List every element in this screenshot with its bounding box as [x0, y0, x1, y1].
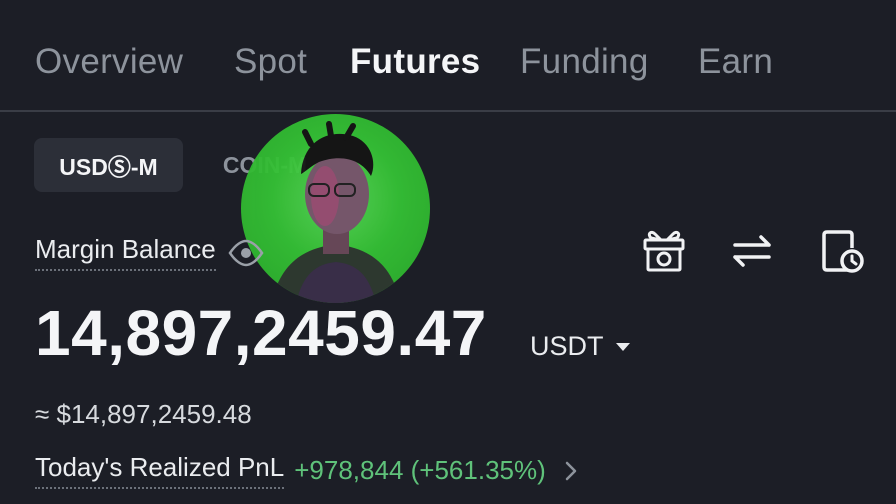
- currency-label: USDT: [530, 331, 604, 361]
- eye-icon[interactable]: [228, 238, 264, 268]
- margin-balance-value: 14,897,2459.47: [35, 297, 487, 369]
- tab-funding[interactable]: Funding: [520, 42, 649, 82]
- approx-usd-value: ≈ $14,897,2459.48: [35, 399, 252, 429]
- top-tab-bar: Overview Spot Futures Funding Earn: [0, 0, 896, 112]
- margin-balance-label[interactable]: Margin Balance: [35, 234, 216, 271]
- realized-pnl-label[interactable]: Today's Realized PnL: [35, 452, 285, 489]
- chevron-right-icon[interactable]: [564, 460, 578, 482]
- avatar-portrait: [271, 121, 401, 303]
- profile-avatar: [241, 114, 430, 303]
- history-icon[interactable]: [819, 228, 865, 274]
- tab-spot[interactable]: Spot: [234, 42, 307, 82]
- realized-pnl-value: +978,844 (+561.35%): [294, 455, 546, 485]
- transfer-icon[interactable]: [729, 228, 775, 274]
- gift-icon[interactable]: [641, 228, 687, 274]
- tab-overview[interactable]: Overview: [35, 42, 183, 82]
- segment-usds-m[interactable]: USDⓈ-M: [34, 138, 183, 192]
- caret-down-icon: [615, 342, 630, 351]
- margin-balance-label-row: Margin Balance: [35, 234, 264, 271]
- currency-selector[interactable]: USDT: [530, 331, 630, 362]
- tab-earn[interactable]: Earn: [698, 42, 773, 82]
- realized-pnl-row[interactable]: Today's Realized PnL +978,844 (+561.35%): [35, 452, 578, 489]
- tab-futures[interactable]: Futures: [350, 42, 480, 82]
